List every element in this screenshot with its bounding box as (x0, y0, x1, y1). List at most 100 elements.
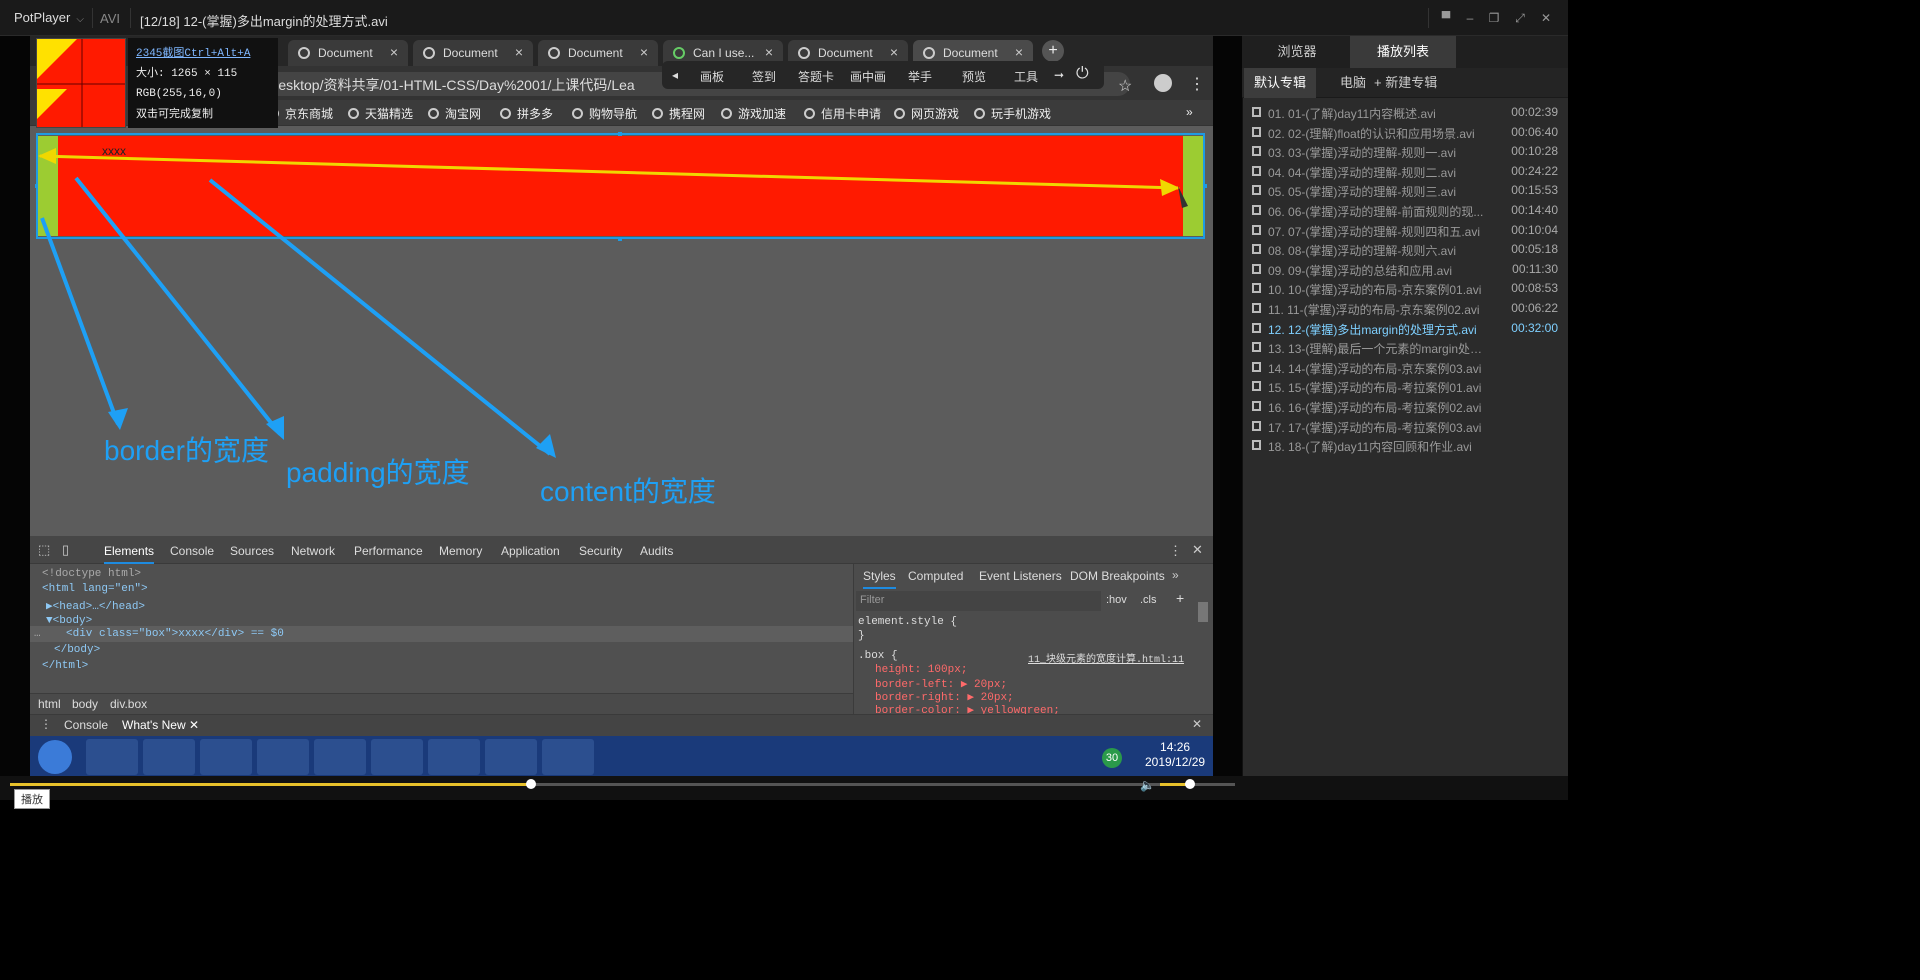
playlist-item[interactable]: 17. 17-(掌握)浮动的布局-考拉案例03.avi (1252, 419, 1558, 439)
tab-computed[interactable]: Computed (908, 569, 963, 583)
drawer-tab-whats-new[interactable]: What's New ✕ (122, 718, 199, 732)
taskbar-app[interactable] (200, 739, 252, 775)
video-area[interactable]: Document × Document × Document × Can I use.… (0, 36, 1242, 776)
playlist-item[interactable]: 12. 12-(掌握)多出margin的处理方式.avi 00:32:00 (1252, 321, 1558, 341)
power-icon[interactable]: ⏻ (1076, 65, 1089, 83)
close-icon[interactable]: ✕ (189, 718, 199, 732)
restore-icon[interactable]: ❐ (1485, 9, 1503, 27)
playlist-item[interactable]: 10. 10-(掌握)浮动的布局-京东案例01.avi 00:08:53 (1252, 281, 1558, 301)
seek-handle[interactable] (525, 779, 536, 789)
playlist-item[interactable]: 02. 02-(理解)float的认识和应用场景.avi 00:06:40 (1252, 125, 1558, 145)
css-prop[interactable]: border-left: ▶ 20px; (875, 677, 1007, 691)
close-icon[interactable]: ✕ (1192, 542, 1203, 558)
add-rule-icon[interactable]: + (1176, 590, 1184, 606)
tab-memory[interactable]: Memory (439, 544, 482, 558)
collapse-icon[interactable]: ◂ (672, 68, 678, 82)
cls-toggle[interactable]: .cls (1140, 594, 1157, 606)
app-menu-button[interactable]: PotPlayer ⌵ (14, 10, 84, 25)
taskbar-app[interactable] (257, 739, 309, 775)
playlist-item[interactable]: 18. 18-(了解)day11内容回顾和作业.avi (1252, 438, 1558, 458)
tab-network[interactable]: Network (291, 544, 335, 558)
crumb-div-box[interactable]: div.box (110, 697, 147, 711)
tab-sources[interactable]: Sources (230, 544, 274, 558)
dom-line[interactable]: <!doctype html> (42, 568, 141, 580)
tool-board[interactable]: 画板 (700, 68, 724, 85)
playlist-item[interactable]: 07. 07-(掌握)浮动的理解-规则四和五.avi 00:10:04 (1252, 223, 1558, 243)
tab-elements[interactable]: Elements (104, 544, 155, 564)
pin-icon[interactable]: ▀ (1437, 9, 1455, 27)
tab-browser[interactable]: 浏览器 (1244, 36, 1350, 68)
inspect-icon[interactable]: ⬚ (38, 542, 50, 558)
element-style-rule[interactable]: element.style { (858, 616, 957, 628)
taskbar-app[interactable] (86, 739, 138, 775)
playlist-item-name: 05. 05-(掌握)浮动的理解-规则三.avi (1268, 185, 1457, 200)
menu-dots-icon[interactable]: ⋮ (40, 717, 52, 731)
playlist-item[interactable]: 06. 06-(掌握)浮动的理解-前面规则的现... 00:14:40 (1252, 203, 1558, 223)
new-album-button[interactable]: + 新建专辑 (1364, 68, 1447, 98)
taskbar-app[interactable] (542, 739, 594, 775)
video-file-icon (1252, 185, 1261, 196)
menu-dots-icon[interactable]: ⋮ (1169, 543, 1182, 559)
chevron-right-icon[interactable]: » (1172, 568, 1179, 582)
playlist-item[interactable]: 15. 15-(掌握)浮动的布局-考拉案例01.avi (1252, 379, 1558, 399)
playlist-item-duration: 00:06:40 (1511, 124, 1558, 139)
playlist-item[interactable]: 05. 05-(掌握)浮动的理解-规则三.avi 00:15:53 (1252, 183, 1558, 203)
taskbar-app[interactable] (371, 739, 423, 775)
arrow-icon[interactable]: ➞ (1054, 68, 1064, 82)
tab-console[interactable]: Console (170, 544, 214, 558)
tab-styles[interactable]: Styles (863, 569, 896, 589)
playlist-item[interactable]: 16. 16-(掌握)浮动的布局-考拉案例02.avi (1252, 399, 1558, 419)
scrollbar[interactable] (1198, 602, 1208, 622)
dom-line[interactable]: </html> (42, 660, 88, 672)
tab-security[interactable]: Security (579, 544, 622, 558)
playlist-item[interactable]: 11. 11-(掌握)浮动的布局-京东案例02.avi 00:06:22 (1252, 301, 1558, 321)
tab-audits[interactable]: Audits (640, 544, 673, 558)
close-icon[interactable]: ✕ (1537, 9, 1555, 27)
taskbar-app[interactable] (143, 739, 195, 775)
playlist-item[interactable]: 01. 01-(了解)day11内容概述.avi 00:02:39 (1252, 105, 1558, 125)
start-button[interactable] (38, 740, 72, 774)
dom-line[interactable]: </body> (54, 644, 100, 656)
drawer-tab-console[interactable]: Console (64, 718, 108, 732)
tray-badge[interactable]: 30 (1102, 748, 1122, 768)
styles-filter-input[interactable]: Filter (856, 591, 1101, 611)
playlist-item[interactable]: 14. 14-(掌握)浮动的布局-京东案例03.avi (1252, 360, 1558, 380)
tab-dom-breakpoints[interactable]: DOM Breakpoints (1070, 569, 1165, 583)
css-prop[interactable]: height: 100px; (875, 664, 967, 676)
taskbar-app[interactable] (428, 739, 480, 775)
playlist-item[interactable]: 09. 09-(掌握)浮动的总结和应用.avi 00:11:30 (1252, 262, 1558, 282)
playlist-item[interactable]: 08. 08-(掌握)浮动的理解-规则六.avi 00:05:18 (1252, 242, 1558, 262)
tab-event-listeners[interactable]: Event Listeners (979, 569, 1062, 583)
device-toggle-icon[interactable]: ▯ (62, 542, 69, 558)
playlist-item[interactable]: 13. 13-(理解)最后一个元素的margin处理方法.avi (1252, 340, 1558, 360)
close-icon[interactable]: ✕ (1192, 717, 1202, 731)
tool-preview[interactable]: 预览 (962, 68, 986, 85)
minimize-icon[interactable]: – (1461, 9, 1479, 27)
tool-pip[interactable]: 画中画 (850, 68, 886, 85)
volume-handle[interactable] (1184, 779, 1195, 789)
dom-line-selected[interactable]: <div class="box">xxxx</div> == $0 (66, 628, 284, 640)
tool-answer[interactable]: 答题卡 (798, 68, 834, 85)
rule-source-link[interactable]: 11_块级元素的宽度计算.html:11 (1028, 650, 1184, 666)
playlist-item[interactable]: 03. 03-(掌握)浮动的理解-规则一.avi 00:10:28 (1252, 144, 1558, 164)
dom-line[interactable]: ▶<head>…</head> (46, 599, 145, 613)
tool-raisehand[interactable]: 举手 (908, 68, 932, 85)
tool-tools[interactable]: 工具 (1014, 68, 1038, 85)
dom-line[interactable]: <html lang="en"> (42, 583, 148, 595)
taskbar-app[interactable] (314, 739, 366, 775)
taskbar-app[interactable] (485, 739, 537, 775)
volume-icon[interactable]: 🔈 (1140, 778, 1155, 792)
tab-performance[interactable]: Performance (354, 544, 423, 558)
album-default[interactable]: 默认专辑 (1244, 68, 1317, 98)
css-prop[interactable]: border-right: ▶ 20px; (875, 690, 1014, 704)
taskbar-clock[interactable]: 14:26 2019/12/29 (1145, 740, 1205, 770)
crumb-body[interactable]: body (72, 697, 98, 711)
tab-application[interactable]: Application (501, 544, 560, 558)
crumb-html[interactable]: html (38, 697, 61, 711)
tab-playlist[interactable]: 播放列表 (1350, 36, 1456, 68)
fullscreen-icon[interactable]: ⤢ (1511, 9, 1529, 27)
tool-checkin[interactable]: 签到 (752, 68, 776, 85)
hov-toggle[interactable]: :hov (1106, 594, 1127, 606)
rule-selector[interactable]: .box { (858, 650, 898, 662)
playlist-item[interactable]: 04. 04-(掌握)浮动的理解-规则二.avi 00:24:22 (1252, 164, 1558, 184)
